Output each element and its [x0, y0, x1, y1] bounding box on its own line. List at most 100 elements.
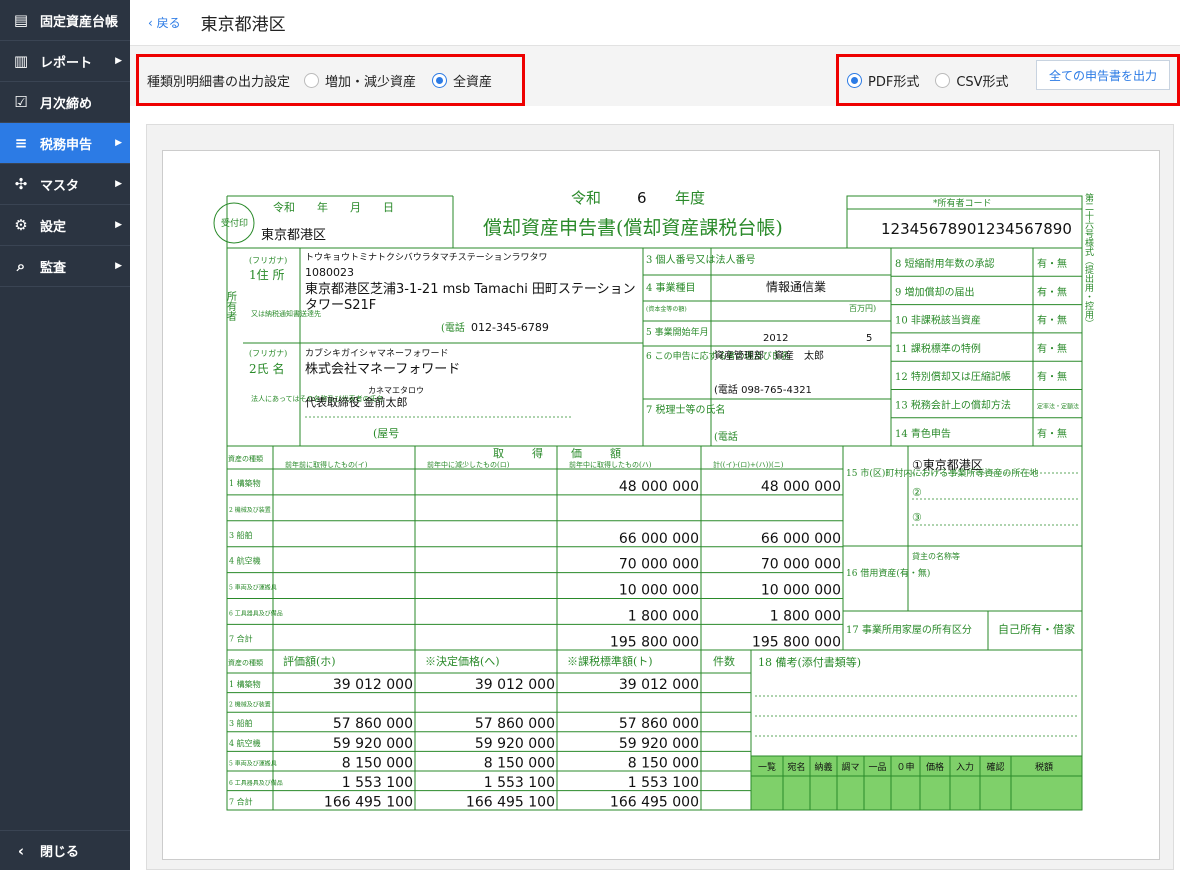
r5-month: 5: [866, 333, 872, 344]
address-tel: 012-345-6789: [471, 321, 549, 334]
asset-type-label: 2 機械及び装置: [229, 506, 271, 514]
reception-stamp-label: 受付印: [221, 217, 248, 229]
acquisition-cell: 48 000 000: [761, 479, 841, 495]
pdf-format-radio[interactable]: PDF形式: [847, 71, 919, 90]
evaluation-cell: 59 920 000: [619, 736, 699, 752]
sidebar-item-report[interactable]: ▥ レポート ▶: [0, 41, 130, 82]
acquisition-cell: 48 000 000: [619, 479, 699, 495]
sidebar-item-master[interactable]: ✣ マスタ ▶: [0, 164, 130, 205]
acquisition-cell: 10 000 000: [761, 583, 841, 599]
page-title: 東京都港区: [200, 15, 286, 35]
sidebar-item-ledger[interactable]: ▤ 固定資産台帳: [0, 0, 130, 41]
chevron-right-icon: ▶: [115, 179, 122, 189]
acquisition-frame: [226, 445, 844, 651]
acquisition-column-header: 前年中に減少したもの(ロ): [427, 460, 510, 469]
representative: 代表取締役 金前太郎: [305, 395, 408, 409]
sidebar-item-monthly-close[interactable]: ☑ 月次締め: [0, 82, 130, 123]
evaluation-cell: 1 553 100: [628, 775, 699, 791]
pdf-format-label: PDF形式: [868, 74, 920, 90]
document-page: 受付印 令和 年 月 日 東京都港区 令和 6 年度 償却資産申告書(償却資産課…: [162, 150, 1160, 860]
back-link[interactable]: ‹ 戻る: [148, 14, 181, 31]
flag-rows: 8 短縮耐用年数の承認 有・無9 増加償却の届出 有・無10 非課税該当資産 有・無1…: [891, 257, 1082, 440]
footer-column-label: 確認: [986, 761, 1004, 773]
evaluation-cell: 166 495 000: [610, 795, 699, 811]
radio-checked-icon: [847, 72, 862, 88]
evaluation-cell: 166 495 100: [466, 795, 555, 811]
r4-label: 4 事業種目: [646, 281, 696, 294]
sidebar: ▤ 固定資産台帳 ▥ レポート ▶ ☑ 月次締め ≡ 税務申告 ▶ ✣ マスタ ▶ ⚙ 設定 ▶ ⌕…: [0, 0, 130, 870]
r4-unit: 百万円): [849, 304, 876, 313]
detail-all-radio[interactable]: 全資産: [432, 71, 492, 90]
ledger-icon: ▤: [13, 11, 29, 29]
header-date-label: 令和 年 月 日: [273, 200, 394, 214]
name-label: 2氏 名: [249, 361, 284, 376]
pdf-viewer[interactable]: 受付印 令和 年 月 日 東京都港区 令和 6 年度 償却資産申告書(償却資産課…: [146, 124, 1174, 870]
detail-increase-radio[interactable]: 増加・減少資産: [304, 71, 416, 90]
evaluation-cell: 1 553 100: [484, 775, 555, 791]
sidebar-item-label: レポート: [40, 55, 93, 71]
back-label: 戻る: [156, 16, 181, 30]
name-kana: カブシキガイシャマネーフォワード: [305, 347, 448, 359]
sidebar-item-tax-return[interactable]: ≡ 税務申告 ▶: [0, 123, 130, 164]
r18-label: 18 備考(添付書類等): [758, 655, 861, 669]
footer-column-label: 入力: [956, 761, 974, 773]
asset-type-label: 3 船舶: [229, 718, 253, 728]
output-all-button[interactable]: 全ての申告書を出力: [1036, 60, 1170, 90]
asset-type-label: 5 車両及び運搬具: [229, 584, 277, 592]
flag-value: 定率法・定額法: [1037, 403, 1079, 411]
r15-location-3: ③: [912, 511, 922, 524]
evaluation-cell: 8 150 000: [342, 755, 413, 771]
csv-format-radio[interactable]: CSV形式: [935, 71, 1009, 90]
detail-increase-label: 増加・減少資産: [325, 74, 417, 90]
flag-label: 13 税務会計上の償却方法: [895, 399, 1011, 412]
rep-kana: カネマエタロウ: [368, 386, 424, 395]
gear-icon: ⚙: [14, 216, 28, 234]
acquisition-header: 取得価額: [493, 447, 649, 460]
asset-type-label: 4 航空機: [229, 738, 261, 748]
options-bar: 種類別明細書の出力設定 増加・減少資産 全資産 PDF形式 CSV形式: [130, 46, 1180, 106]
calendar-check-icon: ☑: [14, 93, 28, 111]
acquisition-cell: 66 000 000: [619, 531, 699, 547]
evaluation-table: 資産の種類 評価額(ホ) ※決定価格(へ) ※課税標準額(ト) 件数 1 構築物 39 01…: [226, 649, 752, 811]
r15-location-2: ②: [912, 486, 922, 499]
evaluation-cell: 8 150 000: [628, 755, 699, 771]
furigana-label-2: (フリガナ): [249, 348, 287, 358]
chevron-right-icon: ▶: [115, 220, 122, 230]
chevron-right-icon: ▶: [115, 261, 122, 271]
zip-code: 1080023: [305, 266, 354, 279]
asset-type-label: 7 合計: [229, 633, 253, 643]
r16-sub-label: 貸主の名称等: [912, 551, 960, 561]
evaluation-cell: 59 920 000: [475, 736, 555, 752]
address-kana: トウキョウトミナトクシバウラタマチステーションラワタワ: [305, 252, 548, 263]
flag-value: 有・無: [1037, 427, 1067, 440]
flag-label: 9 増加償却の届出: [895, 285, 975, 298]
asset-type-label: 1 構築物: [229, 679, 261, 689]
detail-all-label: 全資産: [453, 74, 493, 90]
acquisition-column-header: 前年前に取得したもの(イ): [285, 460, 368, 469]
flag-value: 有・無: [1037, 370, 1067, 383]
footer-column-label: 納義: [814, 761, 832, 773]
sidebar-close-label: 閉じる: [40, 845, 80, 860]
flag-value: 有・無: [1037, 285, 1067, 298]
sidebar-item-settings[interactable]: ⚙ 設定 ▶: [0, 205, 130, 246]
r7-tel: (電話: [714, 430, 738, 443]
asset-type-label: 1 構築物: [229, 478, 261, 488]
evaluation-column-header: 評価額(ホ): [283, 654, 336, 668]
form-era: 令和: [571, 189, 601, 207]
address-label: 1住 所: [249, 268, 284, 282]
owner-code-value: 12345678901234567890: [881, 220, 1072, 238]
flag-label: 8 短縮耐用年数の承認: [895, 257, 995, 270]
r15-location-1: ①東京都港区: [912, 458, 983, 472]
flag-label: 11 課税標準の特例: [895, 342, 981, 355]
evaluation-column-header: ※課税標準額(ト): [567, 654, 653, 668]
r3-label: 3 個人番号又は法人番号: [646, 253, 756, 266]
r6-tel: (電話 098-765-4321: [714, 383, 812, 396]
asset-type-label: 3 船舶: [229, 530, 253, 540]
evaluation-cell: 39 012 000: [333, 677, 413, 693]
footer-column-label: 調マ: [841, 761, 859, 773]
chevron-left-icon: ‹: [17, 841, 25, 860]
sidebar-close-button[interactable]: ‹ 閉じる: [0, 830, 130, 870]
sidebar-item-audit[interactable]: ⌕ 監査 ▶: [0, 246, 130, 287]
evaluation-cell: 8 150 000: [484, 755, 555, 771]
acquisition-cell: 10 000 000: [619, 583, 699, 599]
